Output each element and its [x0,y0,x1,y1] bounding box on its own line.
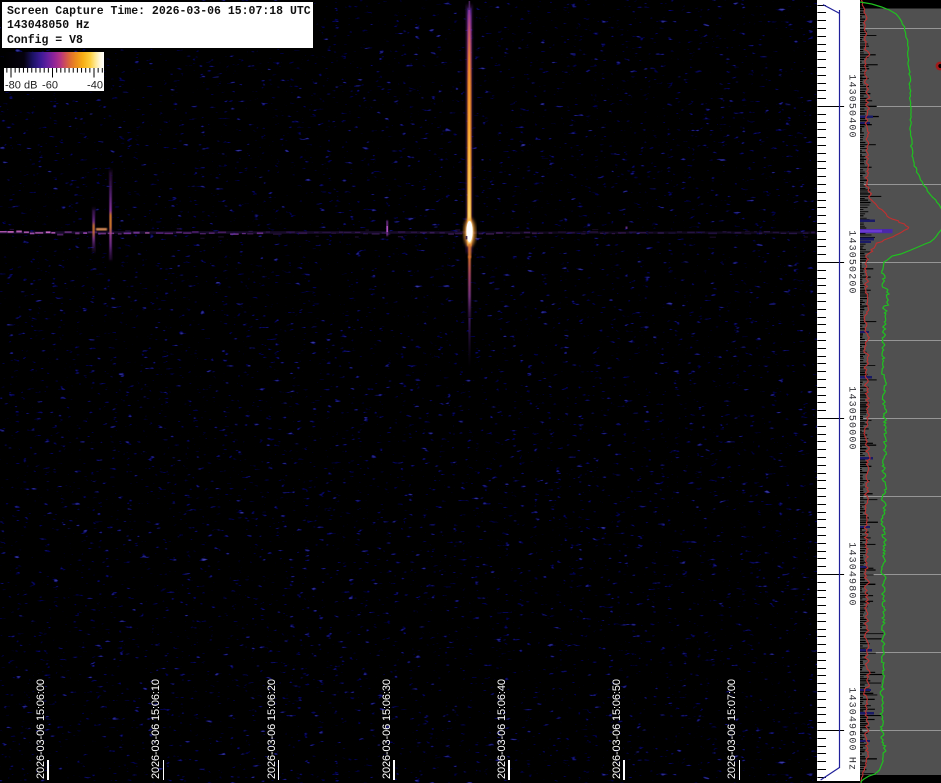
svg-text:Hz: Hz [846,757,857,771]
svg-text:143050000: 143050000 [846,386,857,450]
svg-text:143049800: 143049800 [846,542,857,606]
svg-text:-80 dB: -80 dB [5,80,37,92]
svg-text:-60: -60 [42,80,58,92]
svg-text:143050400: 143050400 [846,74,857,138]
svg-text:-40: -40 [87,80,103,92]
svg-text:143050200: 143050200 [846,230,857,294]
svg-text:143049600: 143049600 [846,687,857,751]
